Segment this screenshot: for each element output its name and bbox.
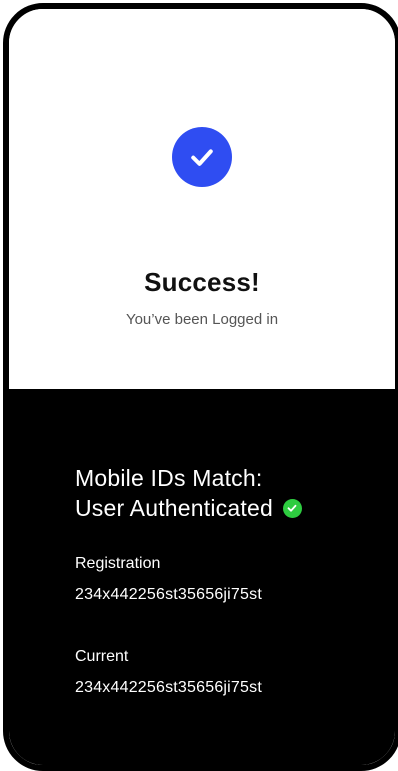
auth-status-row: User Authenticated	[75, 493, 302, 523]
registration-id: 234x442256st35656ji75st	[75, 586, 262, 603]
auth-status-text: User Authenticated	[75, 495, 273, 521]
auth-panel: Mobile IDs Match: User Authenticated Reg…	[9, 389, 395, 765]
registration-label: Registration	[75, 555, 161, 572]
success-panel: Success! You’ve been Logged in	[9, 9, 395, 389]
success-subtitle: You’ve been Logged in	[125, 311, 279, 328]
check-badge-icon	[282, 498, 302, 518]
success-check-icon	[172, 127, 232, 187]
match-heading: Mobile IDs Match:	[75, 465, 263, 491]
success-title: Success!	[144, 267, 260, 297]
current-id: 234x442256st35656ji75st	[75, 679, 262, 696]
phone-frame: Success! You’ve been Logged in Mobile ID…	[3, 3, 398, 771]
current-label: Current	[75, 648, 129, 665]
